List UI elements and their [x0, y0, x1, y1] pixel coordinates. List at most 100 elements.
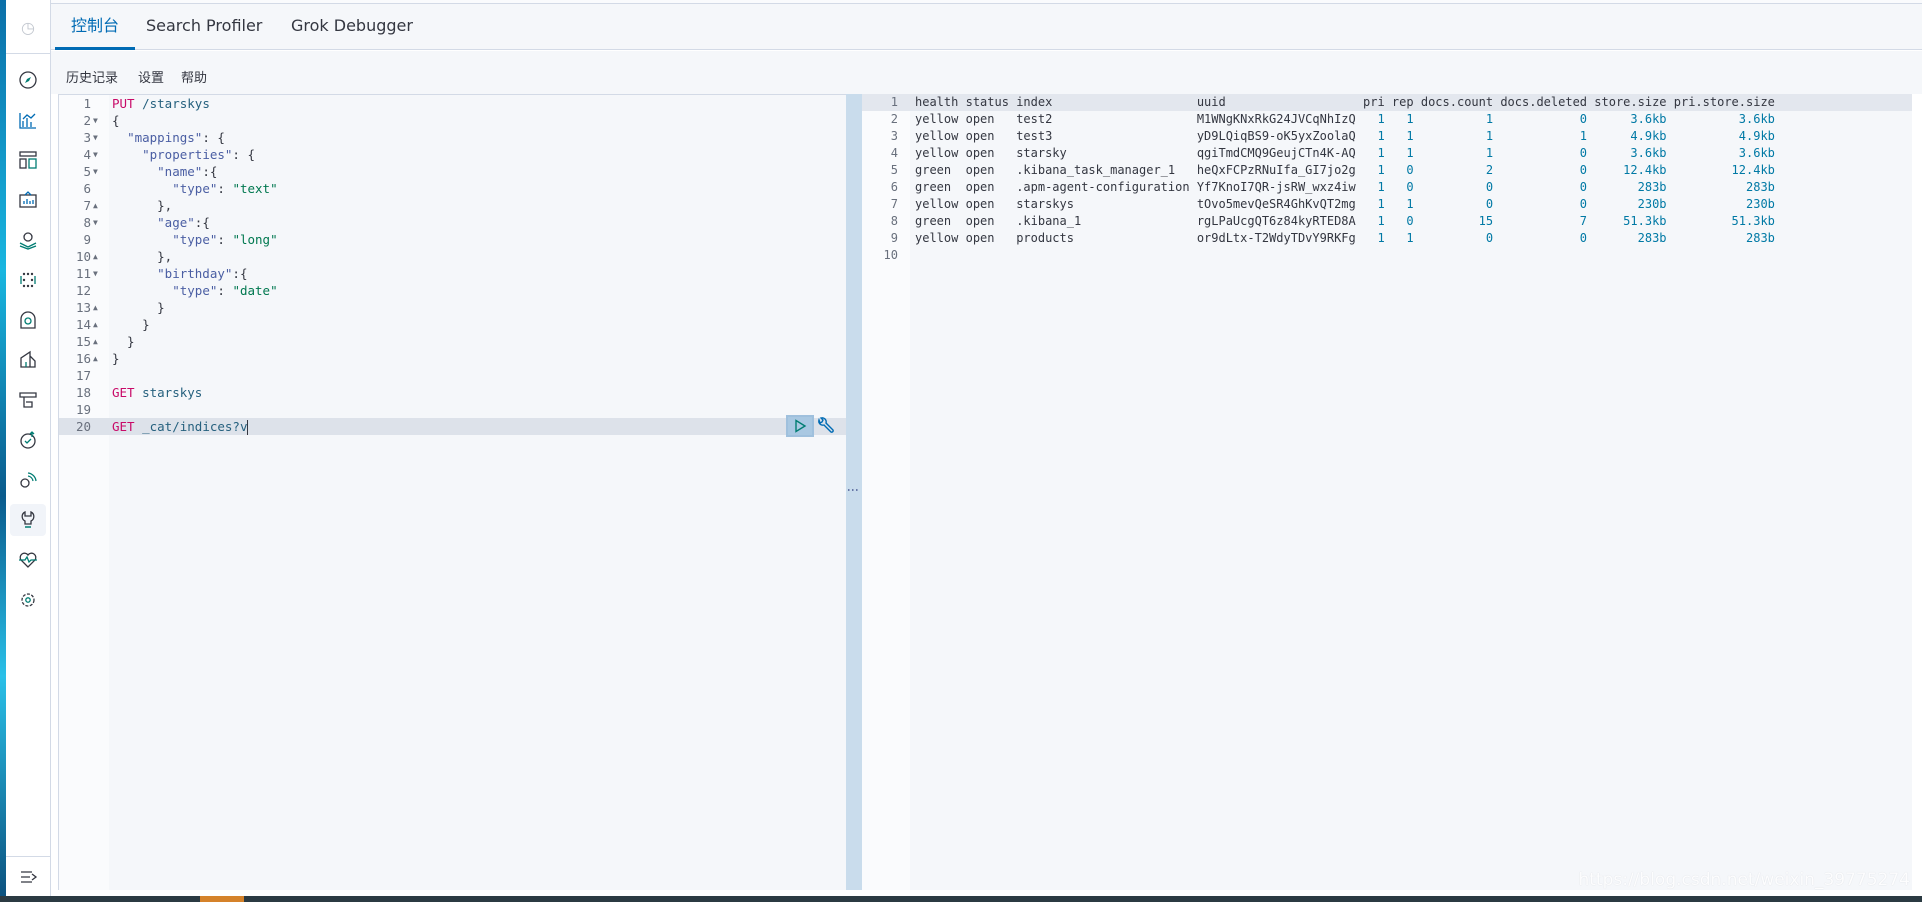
line-number: 7: [83, 198, 91, 213]
line-number: 12: [75, 283, 91, 298]
fold-open-icon[interactable]: ▼: [93, 265, 98, 282]
cell-rep: 0: [1391, 214, 1414, 228]
cell-health: yellow: [915, 197, 959, 211]
nav-item-logs[interactable]: [10, 344, 46, 376]
nav-item-dev-tools[interactable]: [10, 504, 46, 536]
collapse-menu-button[interactable]: [6, 856, 51, 896]
cell-docs.count: 15: [1420, 214, 1494, 228]
output-row: 4 yellow open starsky qgiTmdCMQ9GeujCTn4K…: [862, 145, 1912, 162]
cell-rep: 1: [1391, 146, 1414, 160]
nav-item-maps[interactable]: [10, 224, 46, 256]
tab-grok-debugger[interactable]: Grok Debugger: [275, 4, 429, 50]
editor-line[interactable]: 20 GET _cat/indices?v: [59, 418, 847, 435]
cell-docs.count: docs.count: [1420, 95, 1494, 109]
line-number: 10: [75, 249, 91, 264]
cell-pri.store.size: 283b: [1673, 231, 1775, 245]
nav-item-infrastructure[interactable]: [10, 384, 46, 416]
cell-index: index: [1016, 95, 1190, 109]
nav-item-siem[interactable]: [10, 304, 46, 336]
code-text: },: [112, 198, 173, 213]
nav-item-management[interactable]: [10, 584, 46, 616]
output-row: 10: [862, 247, 1912, 264]
send-request-button[interactable]: [786, 415, 814, 437]
tab-search-profiler[interactable]: Search Profiler: [130, 4, 278, 50]
cell-docs.deleted: 0: [1500, 163, 1588, 177]
editor-line[interactable]: 17: [59, 367, 847, 384]
cell-docs.deleted: 0: [1500, 112, 1588, 126]
editor-line[interactable]: 16 ▲}: [59, 350, 847, 367]
cell-rep: rep: [1391, 95, 1414, 109]
request-editor[interactable]: 1 PUT /starskys 2 ▼{3 ▼ "mappings": {4 ▼ "pro…: [58, 94, 847, 890]
cell-pri: 1: [1363, 112, 1385, 126]
line-number: 3: [890, 129, 898, 143]
fold-close-icon[interactable]: ▲: [93, 316, 98, 333]
fold-close-icon[interactable]: ▲: [93, 350, 98, 367]
nav-item-uptime[interactable]: [10, 424, 46, 456]
editor-line[interactable]: 3 ▼ "mappings": {: [59, 129, 847, 146]
cell-uuid: rgLPaUcgQT6z84kyRTED8A: [1196, 214, 1356, 228]
editor-line[interactable]: 15 ▲ }: [59, 333, 847, 350]
fold-open-icon[interactable]: ▼: [93, 214, 98, 231]
editor-line[interactable]: 4 ▼ "properties": {: [59, 146, 847, 163]
fold-close-icon[interactable]: ▲: [93, 197, 98, 214]
editor-line[interactable]: 1 PUT /starskys: [59, 95, 847, 112]
line-number: 2: [890, 112, 898, 126]
fold-close-icon[interactable]: ▲: [93, 333, 98, 350]
code-text: {: [112, 113, 120, 128]
cell-health: yellow: [915, 112, 959, 126]
editor-line[interactable]: 14 ▲ }: [59, 316, 847, 333]
cell-uuid: uuid: [1196, 95, 1356, 109]
editor-line[interactable]: 10 ▲ },: [59, 248, 847, 265]
cell-status: open: [965, 129, 1009, 143]
editor-line[interactable]: 7 ▲ },: [59, 197, 847, 214]
code-text: }: [112, 317, 150, 332]
fold-open-icon[interactable]: ▼: [93, 146, 98, 163]
cell-uuid: heQxFCPzRNuIfa_GI7jo2g: [1196, 163, 1356, 177]
editor-line[interactable]: 2 ▼ {: [59, 112, 847, 129]
cell-status: status: [965, 95, 1009, 109]
pane-resizer[interactable]: ⋮: [846, 94, 862, 890]
fold-close-icon[interactable]: ▲: [93, 248, 98, 265]
editor-line[interactable]: 5 ▼ "name":{: [59, 163, 847, 180]
cell-store.size: 283b: [1594, 180, 1667, 194]
editor-line[interactable]: 9 "type": "long": [59, 231, 847, 248]
editor-line[interactable]: 13 ▲ }: [59, 299, 847, 316]
cell-pri.store.size: 230b: [1673, 197, 1775, 211]
editor-line[interactable]: 18 GET starskys: [59, 384, 847, 401]
editor-line[interactable]: 19: [59, 401, 847, 418]
nav-item-compass[interactable]: [10, 64, 46, 96]
cell-pri: 1: [1363, 214, 1385, 228]
wrench-icon[interactable]: [815, 416, 835, 436]
nav-item-apm[interactable]: [10, 464, 46, 496]
code-text: "birthday":{: [157, 266, 248, 281]
editor-line[interactable]: 8 ▼ "age":{: [59, 214, 847, 231]
code-text: PUT /starskys: [112, 96, 210, 111]
cell-uuid: tOvo5mevQeSR4GhKvQT2mg: [1196, 197, 1356, 211]
cell-store.size: 3.6kb: [1594, 146, 1667, 160]
play-icon: [795, 419, 807, 433]
help-link[interactable]: 帮助: [181, 67, 207, 86]
cell-docs.deleted: 0: [1500, 197, 1588, 211]
nav-item-machine-learning[interactable]: [10, 264, 46, 296]
nav-item-visualize[interactable]: [10, 104, 46, 136]
fold-open-icon[interactable]: ▼: [93, 129, 98, 146]
fold-close-icon[interactable]: ▲: [93, 299, 98, 316]
recently-viewed-button[interactable]: ◷: [6, 2, 50, 54]
settings-link[interactable]: 设置: [138, 67, 164, 86]
nav-item-monitoring[interactable]: [10, 544, 46, 576]
nav-item-dashboard[interactable]: [10, 144, 46, 176]
editor-line[interactable]: 12 "type": "date": [59, 282, 847, 299]
editor-line[interactable]: 11 ▼ "birthday":{: [59, 265, 847, 282]
fold-open-icon[interactable]: ▼: [93, 163, 98, 180]
code-text: "mappings": {: [127, 130, 225, 145]
editor-line[interactable]: 6 "type": "text": [59, 180, 847, 197]
cell-docs.deleted: docs.deleted: [1500, 95, 1588, 109]
tab-console[interactable]: 控制台: [55, 4, 136, 50]
line-number: 5: [890, 163, 898, 177]
fold-open-icon[interactable]: ▼: [93, 112, 98, 129]
nav-item-canvas[interactable]: [10, 184, 46, 216]
history-link[interactable]: 历史记录: [66, 67, 118, 86]
line-number: 8: [890, 214, 898, 228]
machine-learning-icon: [20, 272, 36, 288]
line-number: 6: [83, 181, 91, 196]
